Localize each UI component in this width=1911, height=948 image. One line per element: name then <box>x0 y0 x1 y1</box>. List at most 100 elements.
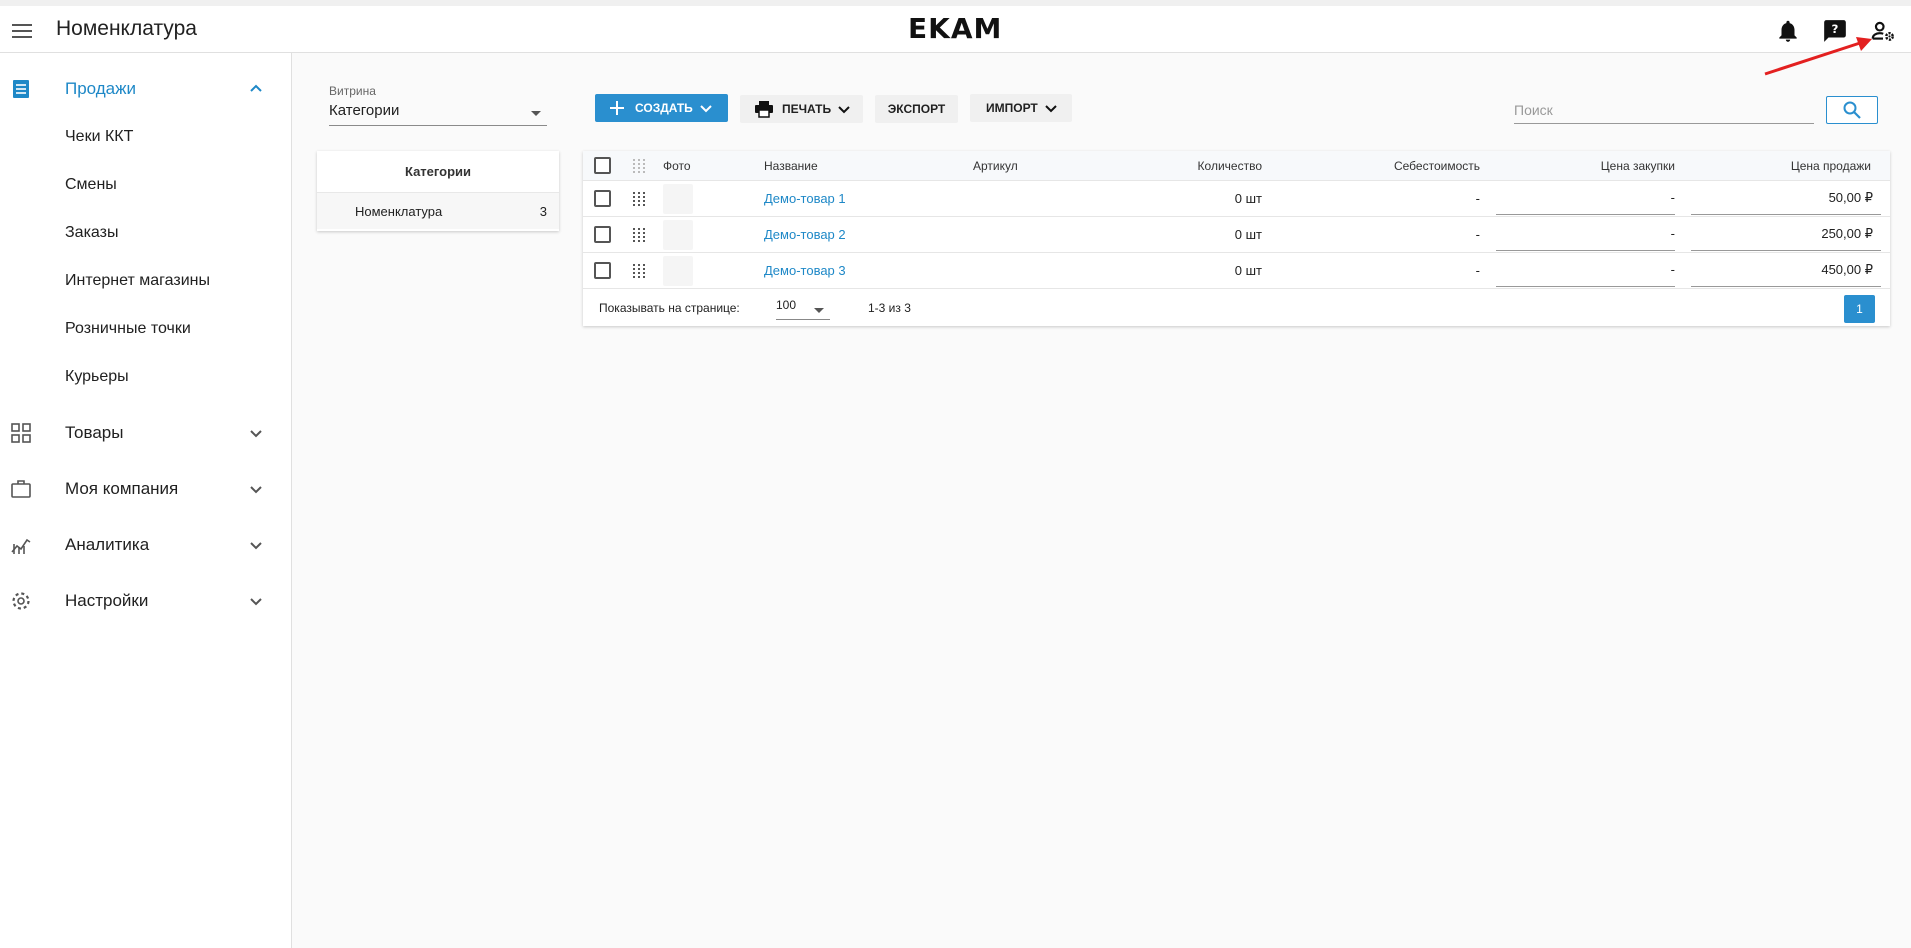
sidebar-item-retail-points[interactable]: Розничные точки <box>0 305 291 353</box>
product-name-link[interactable]: Демо-товар 1 <box>764 181 846 216</box>
printer-icon <box>755 101 773 118</box>
sidebar-section-company[interactable]: Моя компания <box>0 461 291 517</box>
sidebar-section-settings[interactable]: Настройки <box>0 573 291 629</box>
table-row[interactable]: Демо-товар 2 0 шт - - 250,00 ₽ <box>583 217 1890 253</box>
vitrina-value: Категории <box>329 102 400 119</box>
ekam-logo[interactable]: EKAM <box>908 12 1002 45</box>
product-photo <box>663 217 693 252</box>
per-page-label: Показывать на странице: <box>599 300 740 315</box>
purchase-price-field[interactable]: - <box>1496 217 1675 251</box>
product-cost: - <box>1475 263 1480 278</box>
vitrina-label: Витрина <box>329 84 376 98</box>
export-button[interactable]: ЭКСПОРТ <box>875 95 958 123</box>
sidebar-item-couriers[interactable]: Курьеры <box>0 353 291 401</box>
chevron-down-icon <box>247 592 265 610</box>
import-button[interactable]: ИМПОРТ <box>970 94 1072 122</box>
chevron-down-icon <box>247 536 265 554</box>
category-row[interactable]: Номенклатура 3 <box>317 193 559 229</box>
row-checkbox[interactable] <box>594 253 611 288</box>
product-qty: 0 шт <box>1234 191 1262 206</box>
create-label: СОЗДАТЬ <box>635 101 693 115</box>
plus-icon <box>610 101 624 115</box>
sidebar-section-label: Товары <box>65 423 124 442</box>
product-cost: - <box>1475 191 1480 206</box>
category-name: Номенклатура <box>355 203 443 219</box>
pagination-range: 1-3 из 3 <box>868 300 911 315</box>
search-input[interactable]: Поиск <box>1514 98 1814 124</box>
analytics-icon <box>10 534 32 556</box>
purchase-price-field[interactable]: - <box>1496 181 1675 215</box>
sidebar-section-sales[interactable]: Продажи <box>0 65 291 113</box>
purchase-price-field[interactable]: - <box>1496 253 1675 287</box>
sidebar-section-label: Продажи <box>65 79 136 98</box>
sale-price-field[interactable]: 50,00 ₽ <box>1691 181 1881 215</box>
product-photo <box>663 181 693 216</box>
product-cost: - <box>1475 227 1480 242</box>
gear-icon <box>10 590 32 612</box>
products-table: Фото Название Артикул Количество Себесто… <box>583 151 1890 326</box>
chevron-up-icon <box>247 80 265 98</box>
chevron-down-icon <box>1045 105 1057 113</box>
receipt-icon <box>10 78 32 100</box>
categories-header: Категории <box>317 151 559 193</box>
row-checkbox[interactable] <box>594 217 611 252</box>
print-label: ПЕЧАТЬ <box>782 102 832 116</box>
create-button[interactable]: СОЗДАТЬ <box>595 94 728 122</box>
col-cost[interactable]: Себестоимость <box>1343 151 1480 180</box>
category-count: 3 <box>539 203 547 219</box>
product-name-link[interactable]: Демо-товар 2 <box>764 217 846 252</box>
col-sku[interactable]: Артикул <box>973 151 1018 180</box>
menu-icon[interactable] <box>12 24 32 40</box>
grid-icon <box>10 422 32 444</box>
table-row[interactable]: Демо-товар 1 0 шт - - 50,00 ₽ <box>583 181 1890 217</box>
chevron-down-icon <box>247 480 265 498</box>
product-photo <box>663 253 693 288</box>
drag-handle-icon[interactable] <box>633 181 645 216</box>
per-page-value: 100 <box>776 298 797 312</box>
dropdown-caret-icon <box>531 111 541 116</box>
col-purchase-price[interactable]: Цена закупки <box>1513 151 1675 180</box>
drag-handle-icon[interactable] <box>633 217 645 252</box>
page-button[interactable]: 1 <box>1844 295 1875 323</box>
row-checkbox[interactable] <box>594 181 611 216</box>
sidebar-item-shifts[interactable]: Смены <box>0 161 291 209</box>
chevron-down-icon <box>700 105 712 113</box>
drag-handle-icon[interactable] <box>633 253 645 288</box>
sidebar: Продажи Чеки ККТ Смены Заказы Интернет м… <box>0 53 292 948</box>
chevron-down-icon <box>838 106 850 114</box>
sidebar-section-products[interactable]: Товары <box>0 405 291 461</box>
chevron-down-icon <box>247 424 265 442</box>
sidebar-section-label: Аналитика <box>65 535 150 554</box>
briefcase-icon <box>10 478 32 500</box>
sidebar-item-receipts[interactable]: Чеки ККТ <box>0 113 291 161</box>
product-name-link[interactable]: Демо-товар 3 <box>764 253 846 288</box>
product-qty: 0 шт <box>1234 263 1262 278</box>
sidebar-item-online-stores[interactable]: Интернет магазины <box>0 257 291 305</box>
product-qty: 0 шт <box>1234 227 1262 242</box>
sidebar-section-analytics[interactable]: Аналитика <box>0 517 291 573</box>
col-photo: Фото <box>663 158 691 173</box>
sidebar-item-orders[interactable]: Заказы <box>0 209 291 257</box>
drag-handle-icon <box>633 151 645 180</box>
table-header: Фото Название Артикул Количество Себесто… <box>583 151 1890 181</box>
print-button[interactable]: ПЕЧАТЬ <box>740 95 863 123</box>
search-button[interactable] <box>1826 96 1878 124</box>
vitrina-dropdown[interactable]: Категории <box>329 102 547 126</box>
categories-panel: Категории Номенклатура 3 <box>317 151 559 231</box>
per-page-select[interactable]: 100 <box>776 298 830 320</box>
select-all-checkbox[interactable] <box>594 151 611 180</box>
col-name[interactable]: Название <box>764 151 818 180</box>
sale-price-field[interactable]: 250,00 ₽ <box>1691 217 1881 251</box>
import-label: ИМПОРТ <box>986 101 1038 115</box>
sale-price-field[interactable]: 450,00 ₽ <box>1691 253 1881 287</box>
dropdown-caret-icon <box>814 308 824 313</box>
annotation-arrow-icon <box>1764 37 1872 76</box>
top-bar: Номенклатура EKAM ? <box>0 0 1911 53</box>
col-sale-price[interactable]: Цена продажи <box>1693 151 1871 180</box>
sidebar-section-label: Настройки <box>65 591 149 610</box>
col-qty[interactable]: Количество <box>1183 151 1262 180</box>
search-icon <box>1843 101 1861 119</box>
page-title: Номенклатура <box>56 17 197 40</box>
table-row[interactable]: Демо-товар 3 0 шт - - 450,00 ₽ <box>583 253 1890 289</box>
vitrina-select: Витрина Категории <box>329 84 547 126</box>
